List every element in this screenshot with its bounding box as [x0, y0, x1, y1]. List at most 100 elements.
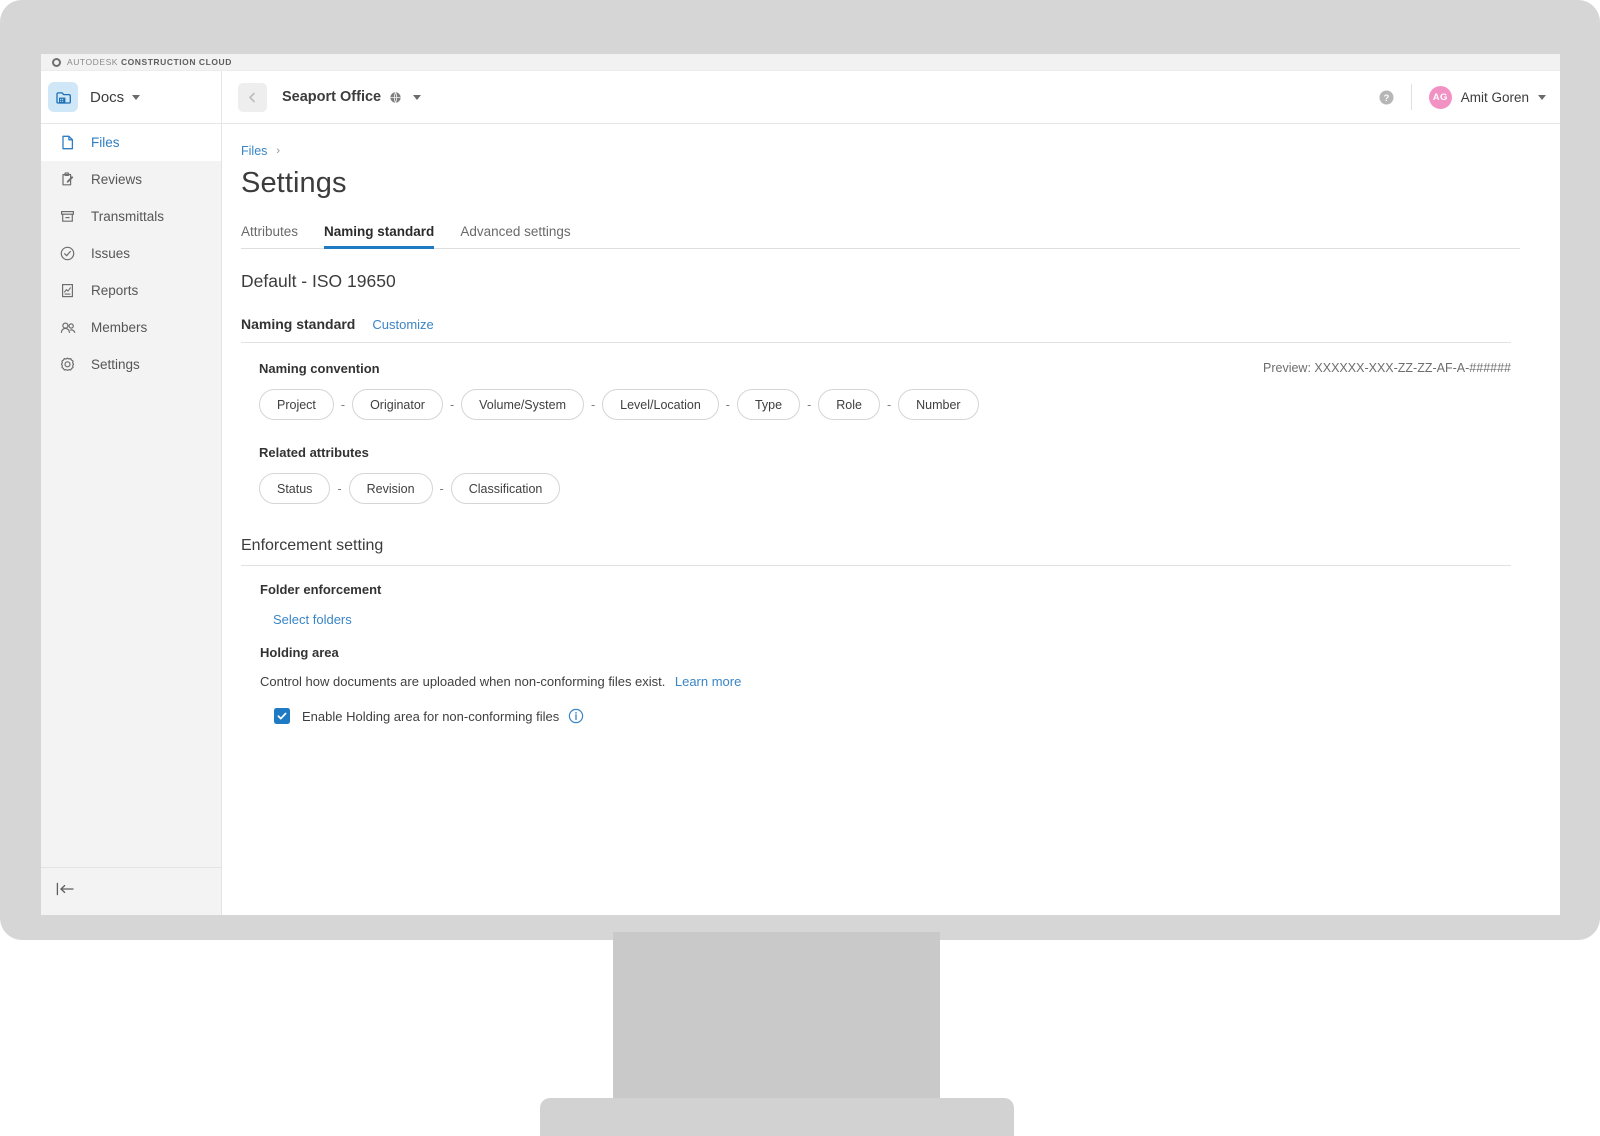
autodesk-brand-strip: AUTODESK CONSTRUCTION CLOUD — [41, 54, 1560, 71]
convention-pill[interactable]: Type — [736, 389, 801, 420]
naming-convention-block: Naming convention Preview: XXXXXX-XXX-ZZ… — [241, 343, 1511, 420]
docs-app-icon — [48, 82, 78, 112]
sidebar-item-reports[interactable]: Reports — [41, 272, 221, 309]
holding-area-description: Control how documents are uploaded when … — [260, 673, 1511, 691]
chevron-down-icon — [132, 94, 141, 100]
sidebar-footer — [41, 867, 221, 915]
pill-separator: - — [886, 397, 892, 412]
check-circle-icon — [58, 244, 77, 263]
sidebar-item-reviews[interactable]: Reviews — [41, 161, 221, 198]
app-switcher[interactable]: Docs — [41, 71, 222, 123]
help-circle-icon[interactable]: ? — [1378, 89, 1395, 106]
folder-enforcement-block: Folder enforcement Select folders Holdin… — [241, 566, 1511, 724]
body-split: Files Reviews Transmittals Issues Report… — [41, 124, 1560, 915]
folder-enforcement-label: Folder enforcement — [260, 582, 382, 597]
sidebar-item-settings[interactable]: Settings — [41, 346, 221, 383]
naming-preview: Preview: XXXXXX-XXX-ZZ-ZZ-AF-A-###### — [1263, 361, 1511, 375]
holding-area-checkbox-label: Enable Holding area for non-conforming f… — [302, 708, 560, 724]
preview-value: XXXXXX-XXX-ZZ-ZZ-AF-A-###### — [1314, 361, 1511, 375]
breadcrumb: Files › — [241, 144, 1520, 158]
related-pill[interactable]: Revision — [348, 473, 433, 504]
collapse-sidebar-icon[interactable] — [55, 881, 77, 902]
preview-label: Preview: — [1263, 361, 1311, 375]
transmittal-icon — [58, 207, 77, 226]
convention-pill[interactable]: Number — [898, 389, 979, 420]
globe-icon — [389, 91, 402, 104]
file-icon — [58, 133, 77, 152]
convention-pill[interactable]: Project — [259, 389, 334, 420]
report-icon — [58, 281, 77, 300]
convention-pill[interactable]: Role — [818, 389, 880, 420]
sidebar-item-files[interactable]: Files — [41, 124, 221, 161]
sidebar-item-members[interactable]: Members — [41, 309, 221, 346]
tab-advanced-settings[interactable]: Advanced settings — [460, 224, 570, 248]
screen-content: AUTODESK CONSTRUCTION CLOUD Docs Seaport… — [41, 54, 1560, 915]
learn-more-link[interactable]: Learn more — [675, 674, 741, 689]
app-name-label: Docs — [90, 88, 125, 106]
convention-pill[interactable]: Volume/System — [461, 389, 584, 420]
holding-area-label: Holding area — [260, 645, 339, 660]
project-name-label: Seaport Office — [282, 89, 382, 105]
chevron-down-icon[interactable] — [1538, 94, 1546, 100]
related-attributes-pill-row: Status - Revision - Classification — [259, 473, 1511, 504]
svg-text:?: ? — [1383, 92, 1389, 103]
autodesk-logo-icon — [52, 57, 61, 67]
select-folders-link[interactable]: Select folders — [273, 612, 352, 627]
related-attributes-label: Related attributes — [259, 445, 369, 460]
holding-area-checkbox-row[interactable]: Enable Holding area for non-conforming f… — [274, 708, 1511, 724]
pill-separator: - — [590, 397, 596, 412]
gear-icon — [58, 355, 77, 374]
sidebar-nav-list: Files Reviews Transmittals Issues Report… — [41, 124, 221, 383]
holding-area-checkbox[interactable] — [274, 708, 290, 724]
convention-pill[interactable]: Level/Location — [602, 389, 719, 420]
sidebar: Files Reviews Transmittals Issues Report… — [41, 124, 222, 915]
tab-attributes[interactable]: Attributes — [241, 224, 298, 248]
pill-separator: - — [337, 481, 342, 496]
pill-separator: - — [449, 397, 455, 412]
topbar-right-group: ? AG Amit Goren — [1378, 71, 1546, 123]
info-circle-icon[interactable] — [568, 708, 584, 724]
sidebar-item-transmittals[interactable]: Transmittals — [41, 198, 221, 235]
pill-separator: - — [807, 397, 812, 412]
main-content: Files › Settings Attributes Naming stand… — [222, 124, 1560, 915]
monitor-stand-base — [540, 1098, 1014, 1136]
project-selector[interactable]: Seaport Office — [222, 82, 422, 112]
review-icon — [58, 170, 77, 189]
breadcrumb-link-files[interactable]: Files — [241, 144, 267, 158]
monitor-stand-neck — [613, 932, 940, 1122]
sidebar-item-label: Members — [91, 320, 148, 335]
related-pill[interactable]: Classification — [450, 473, 561, 504]
tab-naming-standard[interactable]: Naming standard — [324, 224, 435, 249]
topbar-divider — [1410, 84, 1412, 110]
brand-text: AUTODESK CONSTRUCTION CLOUD — [67, 57, 232, 67]
pill-separator: - — [725, 397, 730, 412]
naming-standard-label: Naming standard — [241, 316, 356, 332]
sidebar-item-label: Files — [91, 135, 120, 150]
standard-title: Default - ISO 19650 — [241, 271, 396, 291]
related-pill[interactable]: Status — [259, 473, 331, 504]
related-attributes-block: Related attributes Status - Revision - C… — [241, 420, 1511, 504]
user-name-label: Amit Goren — [1460, 89, 1529, 105]
back-arrow-icon[interactable] — [238, 82, 267, 112]
enforcement-section-header: Enforcement setting — [241, 537, 1511, 566]
naming-convention-pill-row: Project - Originator - Volume/System - L… — [259, 389, 1511, 420]
enforcement-setting-label: Enforcement setting — [241, 537, 384, 554]
chevron-down-icon[interactable] — [413, 94, 422, 100]
convention-pill[interactable]: Originator — [352, 389, 443, 420]
sidebar-item-label: Issues — [91, 246, 131, 261]
top-navigation-bar: Docs Seaport Office ? AG Amit Goren — [41, 71, 1560, 124]
page-title: Settings — [241, 167, 347, 199]
pill-separator: - — [439, 481, 444, 496]
naming-standard-section-header: Naming standard Customize — [241, 316, 1511, 343]
sidebar-item-issues[interactable]: Issues — [41, 235, 221, 272]
members-icon — [58, 318, 77, 337]
sidebar-item-label: Reports — [91, 283, 139, 298]
sidebar-item-label: Settings — [91, 357, 140, 372]
breadcrumb-separator-icon: › — [276, 145, 281, 157]
brand-suffix: CONSTRUCTION CLOUD — [120, 57, 232, 67]
avatar[interactable]: AG — [1428, 85, 1452, 109]
tab-bar: Attributes Naming standard Advanced sett… — [241, 224, 1520, 249]
sidebar-item-label: Transmittals — [91, 209, 165, 224]
customize-link[interactable]: Customize — [372, 317, 433, 332]
